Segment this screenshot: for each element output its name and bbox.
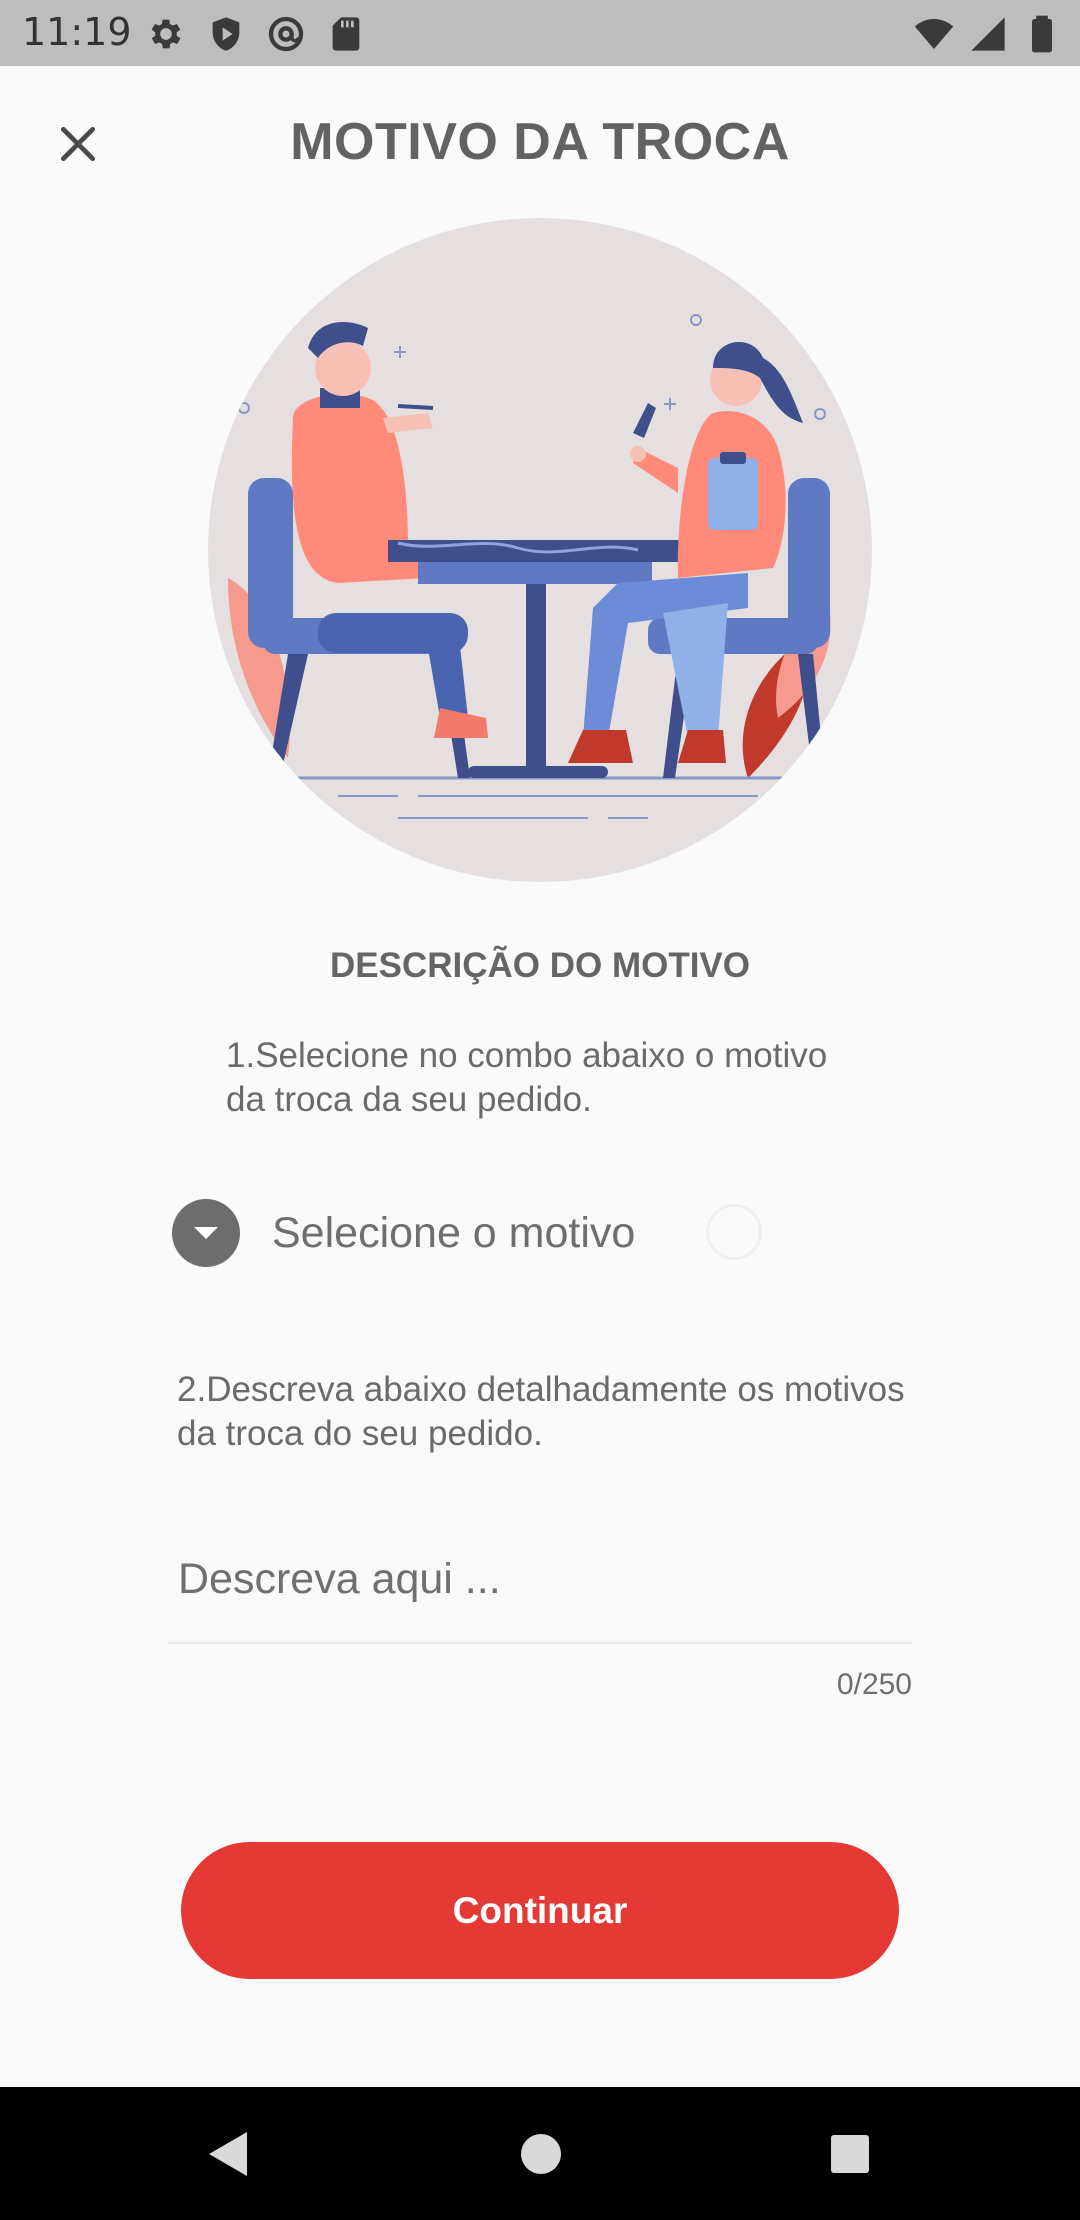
status-time: 11:19 — [22, 10, 132, 54]
select-ghost-indicator — [706, 1204, 762, 1260]
illustration-image — [208, 218, 872, 882]
sd-card-icon — [332, 17, 360, 51]
status-bar: 11:19 — [0, 0, 1080, 66]
status-icons-left — [146, 14, 366, 54]
home-button[interactable] — [474, 2087, 607, 2220]
reason-select[interactable]: Selecione o motivo — [172, 1198, 772, 1268]
signal-icon — [971, 17, 1005, 51]
back-icon — [208, 2131, 247, 2176]
at-sign-icon — [268, 16, 304, 52]
char-counter: 0/250 — [836, 1668, 912, 1701]
description-input[interactable] — [168, 1516, 912, 1644]
chevron-down-icon — [194, 1227, 218, 1239]
page-title: MOTIVO DA TROCA — [290, 113, 790, 171]
gear-icon — [151, 19, 181, 49]
shield-icon — [212, 17, 240, 51]
step1-instruction: 1.Selecione no combo abaixo o motivo da … — [226, 1036, 828, 1119]
step2-instruction: 2.Descreva abaixo detalhadamente os moti… — [177, 1370, 905, 1453]
navigation-bar — [0, 2087, 1080, 2220]
wifi-icon — [914, 19, 954, 49]
recents-icon — [830, 2134, 869, 2173]
back-button[interactable] — [160, 2087, 293, 2220]
recents-button[interactable] — [783, 2087, 916, 2220]
home-icon — [520, 2133, 561, 2174]
continue-button[interactable]: Continuar — [181, 1842, 899, 1979]
select-label: Selecione o motivo — [272, 1208, 636, 1257]
battery-icon — [1032, 15, 1052, 53]
select-dropdown-button[interactable] — [172, 1199, 240, 1267]
status-icons-right — [914, 14, 1062, 54]
section-title: DESCRIÇÃO DO MOTIVO — [329, 946, 751, 985]
